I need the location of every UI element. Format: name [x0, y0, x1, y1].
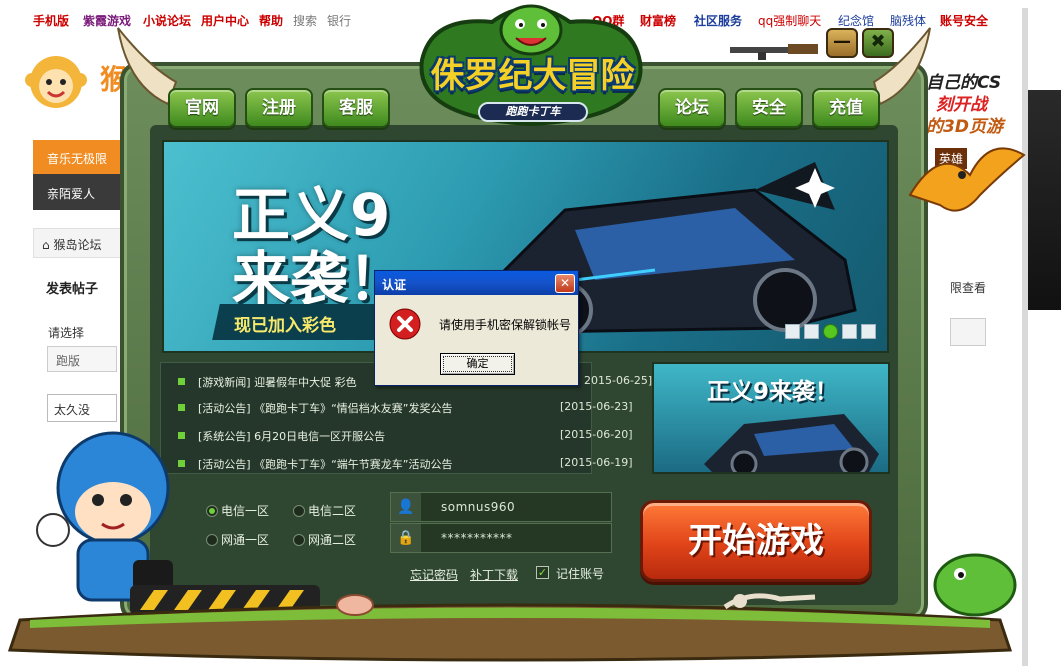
radio-icon — [293, 534, 305, 546]
news-date: 2015-06-25] — [584, 374, 653, 387]
minimize-button[interactable]: — — [826, 28, 858, 58]
shell-icon — [336, 594, 374, 616]
game-title: 侏罗纪大冒险 — [430, 56, 635, 96]
dialog-message: 请使用手机密保解锁帐号 — [439, 318, 572, 332]
user-icon: 👤 — [391, 493, 421, 521]
ground-platform-icon — [7, 603, 1013, 662]
nav-link-user-center[interactable]: 用户中心 — [201, 12, 249, 29]
server-radio-netcom-2[interactable]: 网通二区 — [293, 531, 356, 548]
remember-account-checkbox[interactable]: ✓ — [536, 566, 549, 579]
radio-selected-icon — [206, 505, 218, 517]
right-game-banner[interactable] — [1028, 90, 1061, 310]
nav-link-bank[interactable]: 银行 — [327, 12, 351, 29]
fossil-bones-icon — [723, 593, 816, 610]
news-item[interactable]: [活动公告] 《跑跑卡丁车》“端午节赛龙车”活动公告 [2015-06-19] — [170, 452, 633, 476]
banner-dot[interactable] — [861, 324, 876, 339]
dialog-ok-focus-ring — [443, 356, 512, 372]
news-bullet-icon — [178, 378, 185, 385]
username-field[interactable]: 👤 somnus960 — [390, 492, 612, 522]
banner-pagination — [785, 324, 881, 340]
news-bullet-icon — [178, 404, 185, 411]
password-field[interactable]: 🔒 *********** — [390, 523, 612, 553]
ad-line-3: 的3D页游 — [926, 117, 1003, 137]
breadcrumb: ⌂ 猴岛论坛 — [33, 228, 123, 258]
username-value: somnus960 — [441, 500, 516, 514]
nav-link-mobile[interactable]: 手机版 — [33, 12, 69, 29]
dialog-close-button[interactable]: ✕ — [555, 274, 575, 293]
post-title-heading: 发表帖子 — [46, 282, 99, 297]
pterodactyl-icon — [908, 147, 1026, 212]
news-title: [活动公告] 《跑跑卡丁车》“情侣档水友赛”发奖公告 — [198, 402, 453, 415]
close-button[interactable]: ✖ — [862, 28, 894, 58]
register-button[interactable]: 注册 — [245, 88, 313, 128]
radio-icon — [293, 505, 305, 517]
server-label: 电信一区 — [221, 504, 270, 518]
server-radio-netcom-1[interactable]: 网通一区 — [206, 531, 269, 548]
right-login-box[interactable] — [950, 318, 986, 346]
rifle-icon — [730, 44, 818, 60]
banner-dot[interactable] — [842, 324, 857, 339]
forgot-password-link[interactable]: 忘记密码 — [410, 566, 458, 583]
radio-icon — [206, 534, 218, 546]
news-date: [2015-06-20] — [560, 428, 633, 441]
post-title-input[interactable]: 太久没 — [47, 394, 117, 422]
nav-link-qq-chat[interactable]: qq强制聊天 — [758, 12, 821, 29]
customer-service-button[interactable]: 客服 — [322, 88, 390, 128]
dinosaur-head-icon — [499, 4, 563, 56]
music-tab[interactable]: 音乐无极限 — [33, 140, 123, 174]
dialog-title: 认证 — [382, 278, 407, 292]
banner-dot[interactable] — [785, 324, 800, 339]
nav-link-help[interactable]: 帮助 — [259, 12, 283, 29]
banner-subtitle: 现已加入彩色 — [234, 316, 336, 336]
error-icon — [389, 308, 421, 340]
recharge-button[interactable]: 充值 — [812, 88, 880, 128]
forum-button[interactable]: 论坛 — [658, 88, 726, 128]
patch-download-link[interactable]: 补丁下载 — [470, 566, 518, 583]
server-radio-telecom-1[interactable]: 电信一区 — [206, 502, 269, 519]
news-title: [系统公告] 6月20日电信一区开服公告 — [198, 430, 386, 443]
lock-icon: 🔒 — [391, 524, 421, 552]
server-label: 电信二区 — [308, 504, 357, 518]
server-radio-telecom-2[interactable]: 电信二区 — [293, 502, 356, 519]
sub-nav-item[interactable]: 亲陌爱人 — [33, 174, 123, 210]
game-subtitle: 跑跑卡丁车 — [478, 102, 588, 122]
breadcrumb-forum[interactable]: 猴岛论坛 — [53, 238, 101, 252]
side-banner-title: 正义9来袭！ — [707, 379, 839, 405]
nav-link-search[interactable]: 搜索 — [293, 12, 317, 29]
news-item[interactable]: [活动公告] 《跑跑卡丁车》“情侣档水友赛”发奖公告 [2015-06-23] — [170, 396, 633, 420]
official-site-button[interactable]: 官网 — [168, 88, 236, 128]
news-item[interactable]: [系统公告] 6月20日电信一区开服公告 [2015-06-20] — [170, 424, 633, 448]
security-button[interactable]: 安全 — [735, 88, 803, 128]
news-date: [2015-06-19] — [560, 456, 633, 469]
nav-link-community[interactable]: 社区服务 — [694, 12, 742, 29]
password-value: *********** — [441, 531, 513, 545]
right-login-text: 限查看 — [950, 281, 987, 295]
banner-dot[interactable] — [823, 324, 838, 339]
forum-select[interactable]: 跑版 — [47, 346, 117, 372]
remember-account-label: 记住账号 — [556, 567, 605, 581]
start-game-button[interactable]: 开始游戏 — [640, 500, 872, 582]
choose-label: 请选择 — [48, 326, 85, 340]
nav-link-account-security[interactable]: 账号安全 — [940, 12, 988, 29]
nav-link-memorial[interactable]: 纪念馆 — [838, 12, 874, 29]
news-date: [2015-06-23] — [560, 400, 633, 413]
server-label: 网通一区 — [221, 533, 270, 547]
server-label: 网通二区 — [308, 533, 357, 547]
home-icon[interactable]: ⌂ — [42, 238, 53, 252]
banner-dot[interactable] — [804, 324, 819, 339]
news-title: [活动公告] 《跑跑卡丁车》“端午节赛龙车”活动公告 — [198, 458, 453, 471]
news-title: [游戏新闻] 迎暑假年中大促 彩色 — [198, 376, 357, 389]
